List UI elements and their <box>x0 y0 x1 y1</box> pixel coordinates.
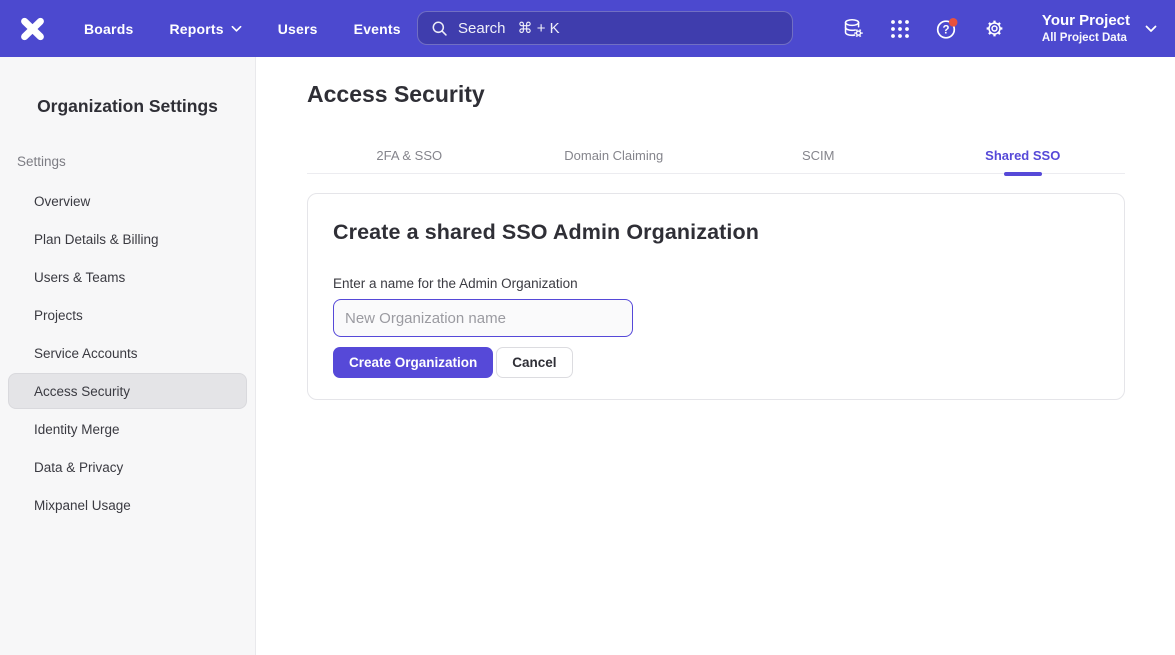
nav-item-label: Users <box>278 21 318 37</box>
help-icon[interactable]: ? <box>935 17 959 41</box>
nav-item-users[interactable]: Users <box>278 21 318 37</box>
tab-label: Shared SSO <box>985 148 1060 163</box>
sidebar-items: Overview Plan Details & Billing Users & … <box>0 182 255 524</box>
sidebar-item-label: Service Accounts <box>34 346 138 361</box>
search-shortcut-hint: ⌘ + K <box>518 19 560 37</box>
settings-sidebar: Organization Settings Settings Overview … <box>0 57 256 655</box>
search-icon <box>431 20 448 37</box>
chevron-down-icon <box>1145 25 1157 33</box>
tab-2fa-sso[interactable]: 2FA & SSO <box>307 138 512 173</box>
nav-item-label: Events <box>354 21 401 37</box>
nav-right-group: ? Your Pro <box>842 0 1175 57</box>
tab-domain-claiming[interactable]: Domain Claiming <box>512 138 717 173</box>
nav-item-events[interactable]: Events <box>354 21 401 37</box>
primary-nav: Boards Reports Users Events <box>84 21 401 37</box>
sidebar-item-label: Mixpanel Usage <box>34 498 131 513</box>
sidebar-item-data-privacy[interactable]: Data & Privacy <box>0 448 255 486</box>
sidebar-item-overview[interactable]: Overview <box>0 182 255 220</box>
apps-grid-icon[interactable] <box>890 19 910 39</box>
card-buttons: Create Organization Cancel <box>333 347 1099 378</box>
project-names: Your Project All Project Data <box>1042 11 1130 45</box>
sidebar-item-identity-merge[interactable]: Identity Merge <box>0 410 255 448</box>
nav-item-boards[interactable]: Boards <box>84 21 133 37</box>
sidebar-item-label: Access Security <box>34 384 130 399</box>
sidebar-section-label: Settings <box>17 154 255 169</box>
tab-label: SCIM <box>802 148 835 163</box>
tab-scim[interactable]: SCIM <box>716 138 921 173</box>
create-shared-sso-card: Create a shared SSO Admin Organization E… <box>307 193 1125 400</box>
search-input[interactable]: Search ⌘ + K <box>417 11 793 45</box>
sidebar-item-users-teams[interactable]: Users & Teams <box>0 258 255 296</box>
project-data-scope: All Project Data <box>1042 31 1130 46</box>
tab-shared-sso[interactable]: Shared SSO <box>921 138 1126 173</box>
sidebar-item-access-security[interactable]: Access Security <box>8 373 247 409</box>
sidebar-title: Organization Settings <box>0 96 255 117</box>
top-nav: Boards Reports Users Events Search ⌘ + K <box>0 0 1175 57</box>
search-placeholder: Search <box>458 20 506 37</box>
organization-name-label: Enter a name for the Admin Organization <box>333 276 1099 291</box>
main-content: Access Security 2FA & SSO Domain Claimin… <box>257 57 1175 655</box>
nav-item-label: Reports <box>169 21 223 37</box>
create-organization-button[interactable]: Create Organization <box>333 347 493 378</box>
sidebar-item-label: Identity Merge <box>34 422 120 437</box>
nav-item-label: Boards <box>84 21 133 37</box>
sidebar-item-mixpanel-usage[interactable]: Mixpanel Usage <box>0 486 255 524</box>
sidebar-item-label: Data & Privacy <box>34 460 123 475</box>
sidebar-item-label: Overview <box>34 194 90 209</box>
page-title: Access Security <box>307 81 485 108</box>
chevron-down-icon <box>231 25 242 33</box>
sidebar-item-label: Users & Teams <box>34 270 125 285</box>
nav-item-reports[interactable]: Reports <box>169 21 241 37</box>
sidebar-item-projects[interactable]: Projects <box>0 296 255 334</box>
mixpanel-logo-icon <box>17 16 48 42</box>
project-selector[interactable]: Your Project All Project Data <box>1042 11 1157 45</box>
sidebar-item-plan-details-billing[interactable]: Plan Details & Billing <box>0 220 255 258</box>
svg-text:?: ? <box>942 24 949 36</box>
organization-name-input[interactable] <box>333 299 633 337</box>
card-title: Create a shared SSO Admin Organization <box>333 220 1099 245</box>
notification-badge <box>949 18 958 27</box>
sidebar-item-label: Plan Details & Billing <box>34 232 159 247</box>
access-security-tabs: 2FA & SSO Domain Claiming SCIM Shared SS… <box>307 138 1125 174</box>
cancel-button[interactable]: Cancel <box>496 347 572 378</box>
sidebar-item-service-accounts[interactable]: Service Accounts <box>0 334 255 372</box>
data-management-icon[interactable] <box>842 17 865 40</box>
settings-gear-icon[interactable] <box>984 18 1005 39</box>
project-name: Your Project <box>1042 11 1130 31</box>
mixpanel-logo[interactable] <box>0 16 64 42</box>
sidebar-item-label: Projects <box>34 308 83 323</box>
tab-label: Domain Claiming <box>564 148 663 163</box>
tab-label: 2FA & SSO <box>376 148 442 163</box>
